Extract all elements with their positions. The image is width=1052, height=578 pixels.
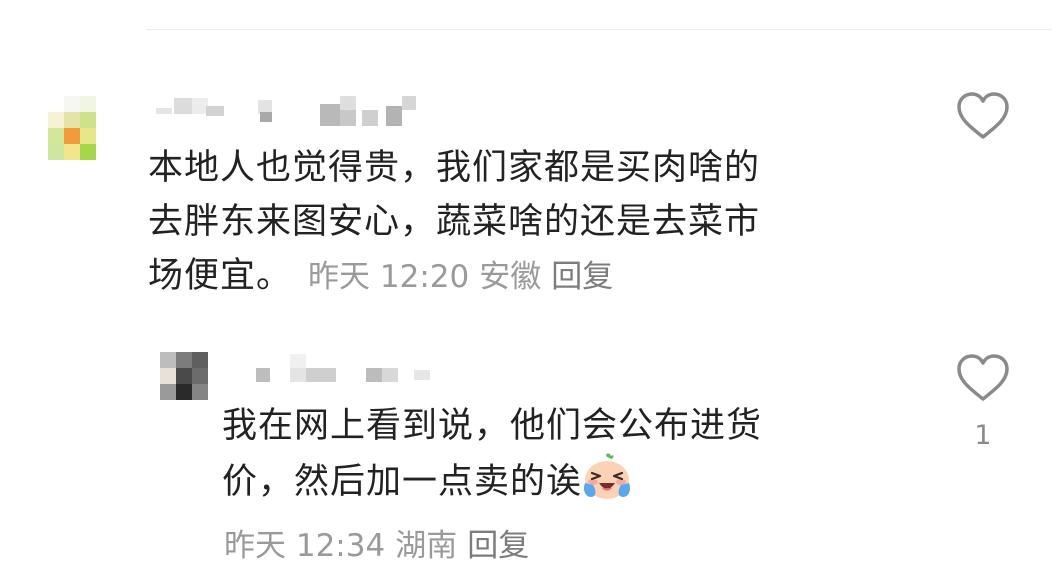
reply-button[interactable]: 回复 bbox=[551, 259, 613, 295]
comment-text: 本地人也觉得贵，我们家都是买肉啥的 去胖东来图安心，蔬菜啥的还是去菜市 场便宜。… bbox=[148, 141, 760, 304]
crying-laughing-emoji bbox=[582, 453, 632, 517]
reply-button[interactable]: 回复 bbox=[467, 528, 529, 564]
like-button[interactable] bbox=[955, 352, 1011, 404]
username-pixelated[interactable] bbox=[156, 92, 416, 128]
top-divider bbox=[146, 29, 1052, 30]
comment-time: 昨天 12:34 bbox=[224, 528, 386, 564]
heart-outline-icon bbox=[957, 354, 1009, 401]
comment-location: 湖南 bbox=[395, 528, 458, 564]
avatar[interactable] bbox=[160, 352, 208, 400]
comment-meta: 昨天 12:34 湖南 回复 bbox=[224, 522, 539, 570]
comment-line: 本地人也觉得贵，我们家都是买肉啥的 bbox=[148, 148, 761, 188]
avatar[interactable] bbox=[48, 96, 96, 160]
comment-meta: 昨天 12:20 安徽 回复 bbox=[308, 259, 623, 295]
comment-line: 去胖东来图安心，蔬菜啥的还是去菜市 bbox=[148, 202, 761, 242]
like-button[interactable] bbox=[955, 90, 1011, 142]
comment-line: 我在网上看到说，他们会公布进货 bbox=[222, 406, 763, 446]
like-count: 1 bbox=[974, 420, 992, 451]
comment-text: 我在网上看到说，他们会公布进货 价，然后加一点卖的诶 bbox=[222, 399, 762, 517]
comment-line: 价，然后加一点卖的诶 bbox=[222, 462, 583, 502]
heart-outline-icon bbox=[957, 92, 1009, 139]
comment-location: 安徽 bbox=[479, 259, 542, 295]
comment-time: 昨天 12:20 bbox=[308, 259, 470, 295]
comment-line: 场便宜。 bbox=[148, 256, 293, 296]
username-pixelated[interactable] bbox=[254, 352, 434, 386]
